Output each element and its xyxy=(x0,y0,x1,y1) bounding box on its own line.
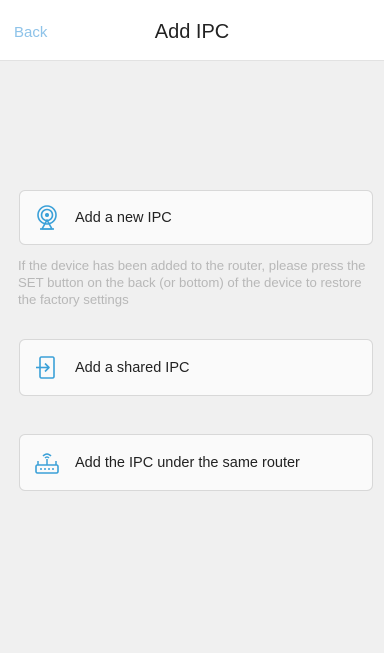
add-ipc-same-router-button[interactable]: Add the IPC under the same router xyxy=(19,434,373,491)
add-shared-ipc-button[interactable]: Add a shared IPC xyxy=(19,339,373,396)
add-ipc-same-router-label: Add the IPC under the same router xyxy=(75,454,300,471)
import-arrow-icon xyxy=(34,355,60,381)
add-shared-ipc-label: Add a shared IPC xyxy=(75,359,190,376)
page-title: Add IPC xyxy=(154,21,230,43)
header-bar: Back Add IPC xyxy=(0,0,384,61)
factory-reset-hint: If the device has been added to the rout… xyxy=(18,258,366,307)
add-new-ipc-button[interactable]: Add a new IPC xyxy=(19,190,373,245)
camera-signal-icon xyxy=(34,204,60,231)
router-icon xyxy=(34,450,60,476)
add-new-ipc-label: Add a new IPC xyxy=(75,209,172,226)
